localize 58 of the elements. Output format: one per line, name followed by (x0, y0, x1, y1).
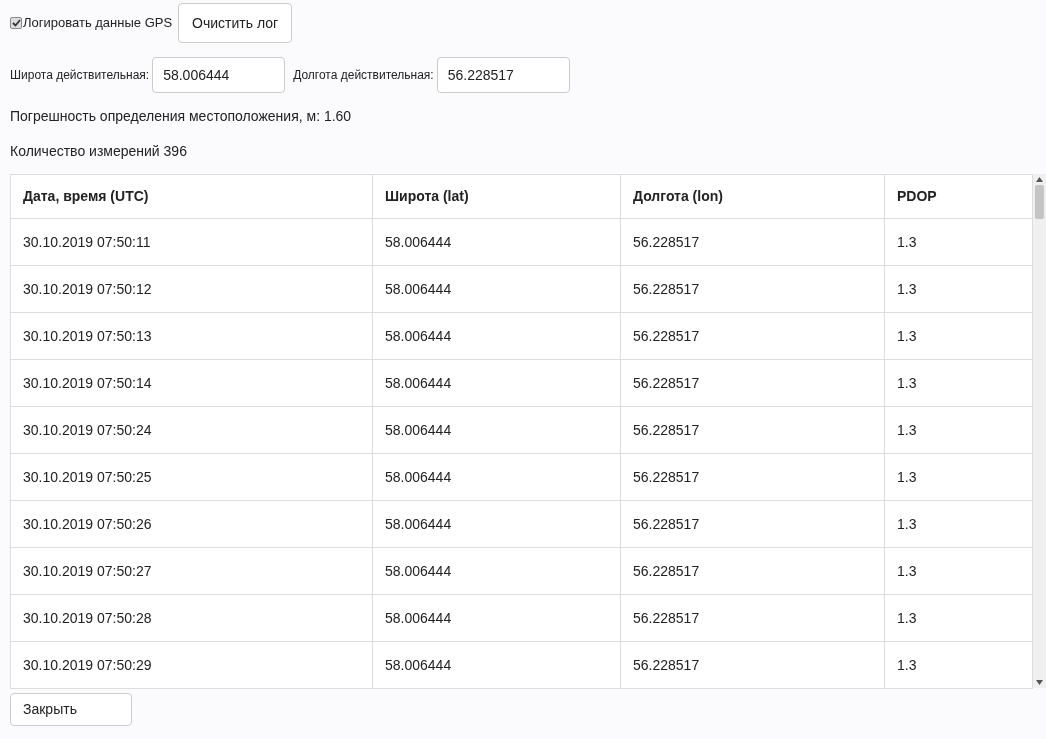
table-cell: 56.228517 (620, 500, 885, 548)
column-header: Широта (lat) (372, 174, 621, 219)
table-cell: 30.10.2019 07:50:25 (10, 453, 373, 501)
table-cell: 56.228517 (620, 359, 885, 407)
table-cell: 30.10.2019 07:50:29 (10, 641, 373, 689)
close-button[interactable]: Закрыть (10, 693, 132, 726)
table-cell: 1.3 (884, 594, 1033, 642)
table-cell: 1.3 (884, 312, 1033, 360)
table-cell: 1.3 (884, 406, 1033, 454)
table-cell: 30.10.2019 07:50:13 (10, 312, 373, 360)
table-cell: 56.228517 (620, 453, 885, 501)
table-cell: 58.006444 (372, 547, 621, 595)
clear-log-button[interactable]: Очистить лог (178, 3, 293, 43)
table-cell: 56.228517 (620, 641, 885, 689)
scroll-down-icon[interactable] (1036, 680, 1043, 685)
checkbox[interactable] (10, 17, 22, 29)
count-text: Количество измерений 396 (10, 142, 188, 161)
table-cell: 30.10.2019 07:50:11 (10, 218, 373, 266)
scroll-up-icon[interactable] (1036, 177, 1043, 182)
table-cell: 58.006444 (372, 218, 621, 266)
table-cell: 58.006444 (372, 312, 621, 360)
table-cell: 58.006444 (372, 641, 621, 689)
table-cell: 1.3 (884, 359, 1033, 407)
field-label: Долгота действительная: (293, 67, 434, 84)
table-cell: 56.228517 (620, 547, 885, 595)
table-cell: 30.10.2019 07:50:24 (10, 406, 373, 454)
table-cell: 30.10.2019 07:50:27 (10, 547, 373, 595)
table-cell: 1.3 (884, 547, 1033, 595)
table-cell: 1.3 (884, 641, 1033, 689)
scrollbar[interactable] (1033, 174, 1046, 688)
scrollbar-thumb[interactable] (1035, 185, 1044, 219)
table-cell: 1.3 (884, 265, 1033, 313)
table-cell: 56.228517 (620, 312, 885, 360)
table-cell: 1.3 (884, 453, 1033, 501)
table-cell: 58.006444 (372, 359, 621, 407)
table-cell: 56.228517 (620, 406, 885, 454)
table-cell: 56.228517 (620, 265, 885, 313)
checkbox-label: Логировать данные GPS (23, 14, 173, 33)
table-cell: 58.006444 (372, 594, 621, 642)
column-header: Дата, время (UTC) (10, 174, 373, 219)
table-cell: 30.10.2019 07:50:12 (10, 265, 373, 313)
table-cell: 58.006444 (372, 453, 621, 501)
column-header: Долгота (lon) (620, 174, 885, 219)
table-cell: 58.006444 (372, 500, 621, 548)
table-cell: 1.3 (884, 500, 1033, 548)
column-header: PDOP (884, 174, 1033, 219)
table-cell: 58.006444 (372, 265, 621, 313)
table-cell: 1.3 (884, 218, 1033, 266)
field-label: Широта действительная: (10, 67, 150, 84)
table-cell: 58.006444 (372, 406, 621, 454)
table-cell: 56.228517 (620, 594, 885, 642)
input-field[interactable]: 58.006444 (152, 57, 286, 93)
table-cell: 30.10.2019 07:50:28 (10, 594, 373, 642)
table-cell: 30.10.2019 07:50:26 (10, 500, 373, 548)
input-field[interactable]: 56.228517 (436, 57, 570, 93)
accuracy-text: Погрешность определения местоположения, м: 1.60 (10, 107, 353, 126)
table-cell: 56.228517 (620, 218, 885, 266)
table-cell: 30.10.2019 07:50:14 (10, 359, 373, 407)
